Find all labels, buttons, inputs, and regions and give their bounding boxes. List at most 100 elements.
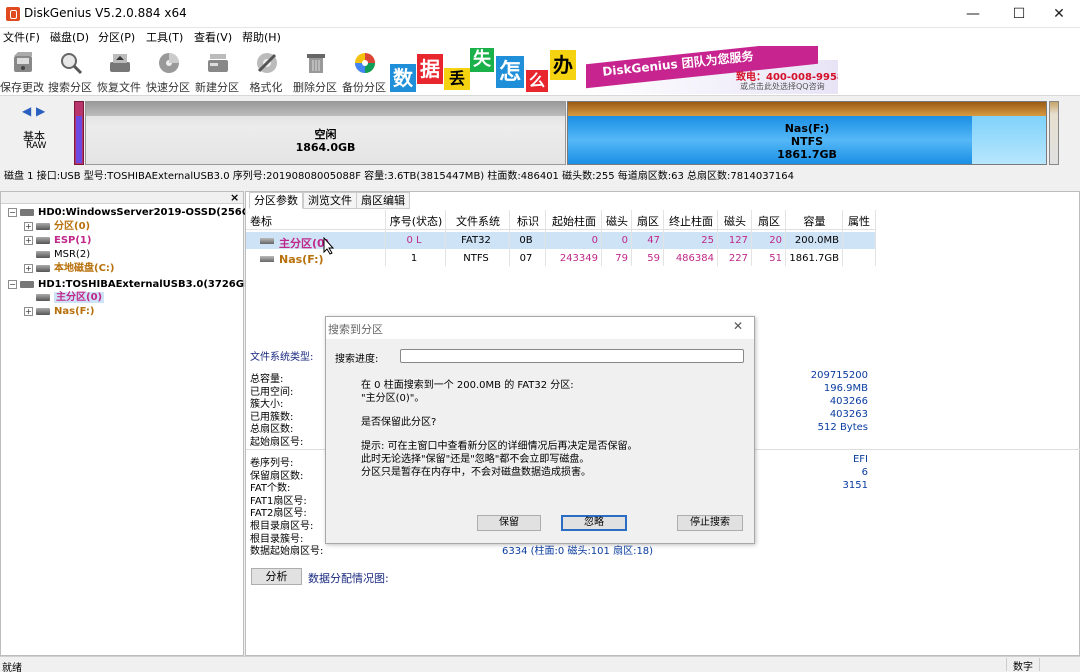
column-header[interactable]: 容量 [786, 213, 843, 229]
tree-item-label: 分区(0) [54, 221, 91, 232]
quick-partition-button[interactable]: 快速分区 [144, 46, 192, 96]
analyze-button[interactable]: 分析 [251, 568, 302, 585]
close-button[interactable]: ✕ [1036, 0, 1080, 28]
table-cell: 1861.7GB [789, 253, 839, 264]
partition-icon [260, 238, 274, 244]
table-cell: 25 [701, 235, 714, 246]
column-header[interactable]: 终止柱面 [664, 213, 718, 229]
column-header[interactable]: 磁头 [602, 213, 632, 229]
menu-view[interactable]: 查看(V) [194, 29, 232, 45]
column-header[interactable]: 卷标 [250, 213, 386, 229]
tree-item-label: HD1:TOSHIBAExternalUSB3.0(3726GB [38, 279, 252, 290]
tree-expander-icon[interactable]: + [24, 263, 33, 273]
save-changes-button[interactable]: 保存更改 [0, 46, 46, 96]
nav-right-arrow-icon[interactable]: ▶ [36, 104, 45, 118]
dialog-message-line2: "主分区(0)"。 [361, 393, 425, 404]
menu-partition[interactable]: 分区(P) [98, 29, 135, 45]
tree-expander-icon[interactable]: + [24, 221, 33, 231]
tree-item-label: MSR(2) [54, 249, 91, 260]
tab-partition-params[interactable]: 分区参数 [249, 192, 303, 209]
tree-disk-item[interactable]: − HD0:WindowsServer2019-OSSD(256GB [8, 206, 258, 220]
small-partition-fill [76, 116, 82, 163]
tree-close-icon[interactable]: × [230, 191, 239, 204]
info-value: EFI [852, 454, 868, 465]
column-header[interactable]: 扇区 [752, 213, 786, 229]
banner-char: 丢 [444, 68, 470, 90]
tree-expander-icon[interactable]: − [8, 279, 17, 289]
minimize-button[interactable]: — [950, 0, 996, 28]
menu-file[interactable]: 文件(F) [3, 29, 40, 45]
tree-partition-item[interactable]: + 本地磁盘(C:) [24, 262, 114, 276]
table-cell: 59 [647, 253, 660, 264]
toolbar-label: 备份分区 [342, 81, 386, 94]
end-segment[interactable] [1049, 101, 1059, 165]
column-header[interactable]: 标识 [510, 213, 546, 229]
column-header[interactable]: 扇区 [632, 213, 664, 229]
tree-disk-item[interactable]: − HD1:TOSHIBAExternalUSB3.0(3726GB [8, 278, 252, 292]
tree-expander-icon[interactable]: + [24, 235, 33, 245]
toolbar-label: 搜索分区 [48, 81, 92, 94]
stop-search-button[interactable]: 停止搜索 [677, 515, 743, 531]
table-cell: 243349 [559, 253, 598, 264]
menu-help[interactable]: 帮助(H) [242, 29, 281, 45]
keep-button[interactable]: 保留 [477, 515, 541, 531]
table-cell: 0 [621, 235, 628, 246]
search-partition-button[interactable]: 搜索分区 [46, 46, 94, 96]
info-value: 196.9MB [823, 383, 868, 394]
promo-banner[interactable]: 数 据 丢 失 怎 么 办 DiskGenius 团队为您服务 致电：400-0… [390, 46, 838, 94]
column-header[interactable]: 属性 [843, 213, 875, 229]
format-button[interactable]: 格式化 [242, 46, 290, 96]
tree-partition-item[interactable]: + Nas(F:) [24, 305, 95, 319]
data-start-value: 6334 (柱面:0 磁头:101 扇区:18) [502, 546, 654, 557]
tree-partition-item[interactable]: + 分区(0) [24, 220, 90, 234]
new-partition-icon [208, 54, 228, 72]
dialog-title-bar [326, 317, 754, 339]
info-value: 209715200 [810, 370, 868, 381]
disk-raw-label: RAW [26, 141, 47, 151]
tree-partition-item[interactable]: MSR(2) [24, 248, 90, 262]
dialog-title: 搜索到分区 [328, 323, 383, 336]
hard-disk-icon [20, 280, 34, 288]
nav-left-arrow-icon[interactable]: ◀ [22, 104, 31, 118]
tab-sector-edit[interactable]: 扇区编辑 [356, 192, 410, 209]
dialog-close-icon[interactable]: ✕ [733, 319, 743, 333]
new-partition-button[interactable]: 新建分区 [193, 46, 241, 96]
column-separator [875, 210, 876, 266]
menu-tools[interactable]: 工具(T) [146, 29, 183, 45]
column-header[interactable]: 序号(状态) [386, 213, 446, 229]
column-header[interactable]: 起始柱面 [546, 213, 602, 229]
tree-item-label: HD0:WindowsServer2019-OSSD(256GB [38, 207, 258, 218]
backup-partition-button[interactable]: 备份分区 [340, 46, 388, 96]
table-cell: 200.0MB [794, 235, 839, 246]
tree-expander-icon[interactable]: − [8, 207, 17, 217]
recover-files-button[interactable]: 恢复文件 [95, 46, 143, 96]
tree-pane-header [1, 192, 243, 204]
info-value: 403266 [829, 396, 868, 407]
table-cell: 227 [728, 253, 748, 264]
ntfs-fs-label: NTFS [790, 135, 824, 148]
banner-char: 办 [550, 50, 576, 80]
table-cell: 0 L [406, 235, 422, 246]
disk-info-line: 磁盘 1 接口:USB 型号:TOSHIBAExternalUSB3.0 序列号… [4, 171, 794, 182]
free-space-header [86, 102, 565, 116]
delete-partition-button[interactable]: 删除分区 [291, 46, 339, 96]
banner-char: 据 [417, 54, 443, 84]
table-cell: 127 [728, 235, 748, 246]
trash-icon [307, 54, 325, 73]
tree-item-label: 本地磁盘(C:) [54, 263, 115, 274]
hard-disk-icon [20, 208, 34, 216]
table-cell: 47 [647, 235, 660, 246]
ntfs-partition-label: Nas(F:) [784, 122, 830, 135]
tree-expander-icon[interactable]: + [24, 306, 33, 316]
tree-partition-item[interactable]: 主分区(0) [24, 291, 105, 305]
column-header[interactable]: 磁头 [718, 213, 752, 229]
info-value: 403263 [829, 409, 868, 420]
tree-partition-item[interactable]: + ESP(1) [24, 234, 91, 248]
menu-disk[interactable]: 磁盘(D) [50, 29, 89, 45]
ignore-button[interactable]: 忽略 [561, 515, 627, 531]
column-header[interactable]: 文件系统 [446, 213, 510, 229]
tab-browse-files[interactable]: 浏览文件 [303, 192, 357, 209]
toolbar-label: 恢复文件 [97, 81, 141, 94]
table-cell: 0 [591, 235, 598, 246]
table-cell: 20 [769, 235, 782, 246]
